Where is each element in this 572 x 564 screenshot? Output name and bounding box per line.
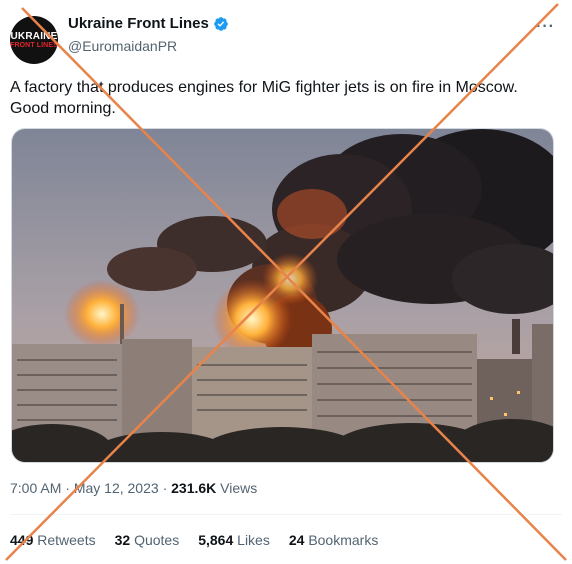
quotes-stat[interactable]: 32 Quotes (115, 532, 180, 548)
author-name-row: Ukraine Front Lines (68, 15, 229, 32)
quotes-label: Quotes (134, 532, 180, 548)
tweet-card: UKRAINE FRONT LINES Ukraine Front Lines … (0, 0, 572, 564)
factory-fire-photo (12, 129, 553, 462)
avatar[interactable]: UKRAINE FRONT LINES (10, 16, 58, 64)
avatar-text-line1: UKRAINE (10, 30, 58, 42)
tweet-meta: 7:00 AM · May 12, 2023 · 231.6K Views (10, 480, 257, 496)
quotes-count: 32 (114, 532, 131, 548)
engagement-stats: 449 Retweets 32 Quotes 5,864 Likes 24 Bo… (10, 532, 397, 548)
avatar-text-line2: FRONT LINES (10, 41, 58, 49)
tweet-photo[interactable] (11, 128, 554, 463)
views-count: 231.6K (171, 480, 217, 496)
tweet-time[interactable]: 7:00 AM (10, 480, 61, 496)
verified-badge-icon (214, 16, 228, 31)
display-name[interactable]: Ukraine Front Lines (68, 15, 209, 32)
bookmarks-count: 24 (288, 532, 305, 548)
bookmarks-label: Bookmarks (308, 532, 379, 548)
meta-separator: · (162, 480, 168, 496)
meta-separator: · (65, 480, 70, 496)
tweet-date[interactable]: May 12, 2023 (74, 480, 159, 496)
tweet-text: A factory that produces engines for MiG … (10, 79, 518, 117)
author-handle[interactable]: @EuromaidanPR (68, 38, 177, 54)
likes-count: 5,864 (198, 532, 234, 548)
retweets-label: Retweets (37, 532, 96, 548)
views-label: Views (220, 480, 258, 496)
likes-stat[interactable]: 5,864 Likes (198, 532, 270, 548)
bookmarks-stat[interactable]: 24 Bookmarks (289, 532, 379, 548)
more-horizontal-icon[interactable]: ··· (536, 18, 555, 36)
divider (10, 514, 562, 515)
likes-label: Likes (237, 532, 270, 548)
retweets-count: 449 (10, 532, 34, 548)
retweets-stat[interactable]: 449 Retweets (10, 532, 96, 548)
